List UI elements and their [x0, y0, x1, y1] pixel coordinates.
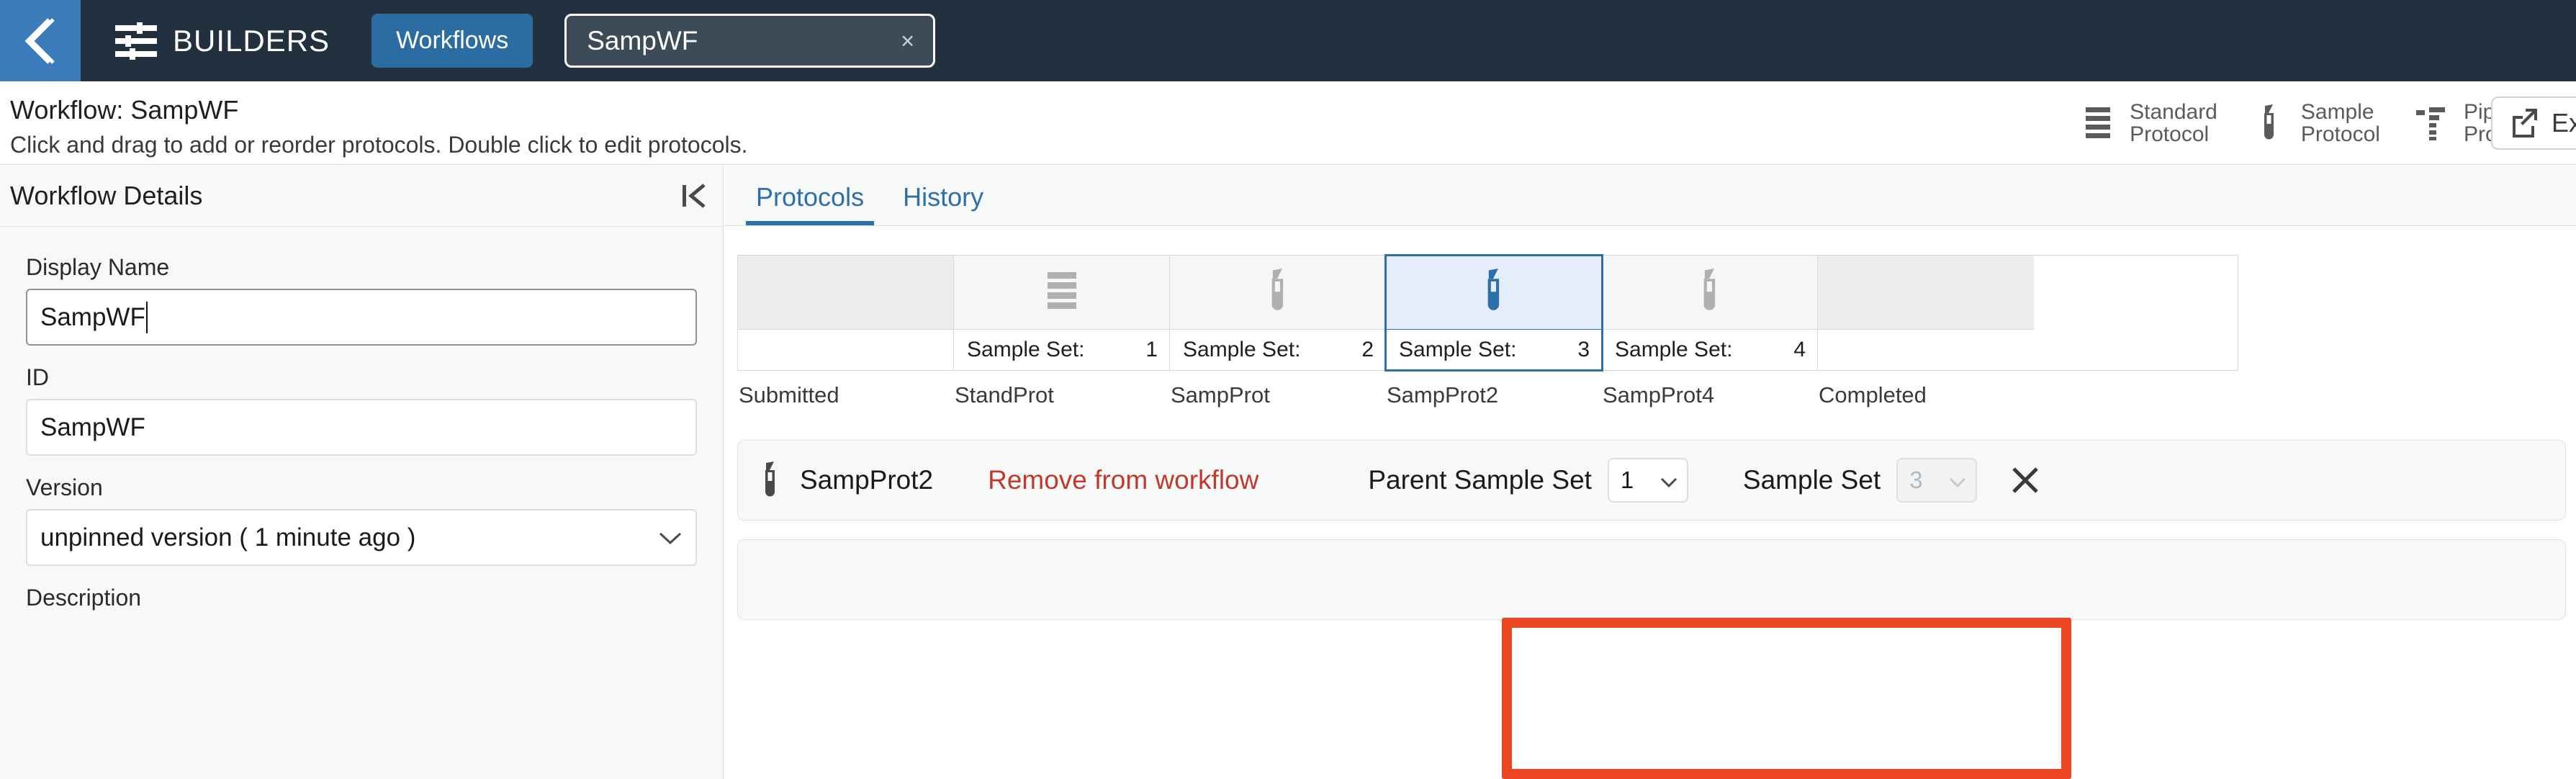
- collapse-panel-icon[interactable]: [683, 182, 707, 210]
- flow-column-completed[interactable]: [1818, 256, 2034, 370]
- standard-protocol-icon: [1047, 271, 1076, 313]
- pipeline-protocol-icon: [2413, 106, 2451, 140]
- tab-history[interactable]: History: [893, 182, 994, 225]
- main-tabs: Protocols History: [724, 166, 2576, 226]
- sample-set-label: Sample Set:: [1399, 338, 1517, 361]
- flow-column-sampprot4[interactable]: Sample Set: 4: [1602, 256, 1818, 370]
- sample-set-value: 4: [1793, 338, 1806, 361]
- flow-column-submitted[interactable]: [738, 256, 954, 370]
- page-title: Workflow: SampWF: [10, 95, 239, 125]
- flow-label-completed: Completed: [1819, 382, 1927, 407]
- id-label: ID: [26, 364, 49, 390]
- parent-sample-set-value: 1: [1620, 467, 1634, 493]
- sample-set-label: Sample Set:: [1615, 338, 1733, 361]
- chevron-down-icon: [658, 523, 683, 552]
- sample-set-label: Sample Set:: [967, 338, 1085, 361]
- id-input[interactable]: SampWF: [26, 399, 697, 456]
- nav-tab-workflows[interactable]: Workflows: [371, 14, 533, 68]
- flow-label-standprot: StandProt: [955, 382, 1054, 407]
- flow-cell-icon: [1818, 256, 2034, 330]
- export-button[interactable]: Exp: [2490, 96, 2576, 150]
- protocol-settings-rows: SampProt2 Remove from workflow Parent Sa…: [724, 440, 2576, 620]
- chevron-down-icon: [1948, 467, 1967, 494]
- sample-set-select: 3: [1896, 458, 1978, 503]
- top-navigation-bar: BUILDERS Workflows SampWF ×: [0, 0, 2576, 81]
- sample-set-value: 1: [1145, 338, 1158, 361]
- flow-cell-sampleset: Sample Set: 3: [1386, 330, 1601, 370]
- flow-cell-icon: [1170, 256, 1385, 330]
- flow-cell-icon: [738, 256, 953, 330]
- app-name-label: BUILDERS: [173, 23, 330, 58]
- sample-set-value: 3: [1577, 338, 1590, 361]
- back-button[interactable]: [0, 0, 81, 81]
- flow-cell-sampleset: [1818, 330, 2034, 370]
- flow-label-sampprot: SampProt: [1171, 382, 1270, 407]
- flow-label-sampprot4: SampProt4: [1603, 382, 1715, 407]
- version-value: unpinned version ( 1 minute ago ): [40, 523, 416, 551]
- chevron-down-icon: [1659, 467, 1678, 494]
- sidebar-title: Workflow Details: [10, 181, 203, 210]
- sample-protocol-icon: [1697, 268, 1723, 317]
- display-name-input[interactable]: SampWF: [26, 289, 697, 346]
- flow-cell-icon: [1602, 256, 1817, 330]
- add-standard-protocol-button[interactable]: Standard Protocol: [2079, 99, 2217, 146]
- text-caret: [145, 301, 148, 333]
- page-header: Workflow: SampWF Click and drag to add o…: [0, 81, 2576, 165]
- sidebar-header: Workflow Details: [0, 166, 723, 227]
- sample-protocol-icon: [1481, 268, 1507, 317]
- sample-protocol-icon: [1265, 268, 1291, 317]
- protocol-row-secondary: [737, 539, 2566, 620]
- remove-from-workflow-link[interactable]: Remove from workflow: [988, 465, 1258, 495]
- chevron-left-icon: [20, 15, 60, 67]
- protocol-row-name: SampProt2: [800, 465, 934, 495]
- flow-cell-sampleset: Sample Set: 4: [1602, 330, 1817, 370]
- flow-cell-icon: [1386, 256, 1601, 330]
- add-sample-protocol-button[interactable]: Sample Protocol: [2251, 99, 2380, 146]
- builders-brand[interactable]: BUILDERS: [115, 22, 330, 60]
- close-icon[interactable]: ×: [901, 29, 914, 53]
- sample-protocol-icon: [2251, 104, 2288, 142]
- sample-protocol-icon: [760, 461, 781, 500]
- flow-cell-sampleset: Sample Set: 1: [954, 330, 1169, 370]
- flow-column-standprot[interactable]: Sample Set: 1: [954, 256, 1170, 370]
- sample-set-label: Sample Set: [1742, 465, 1881, 495]
- description-label: Description: [26, 585, 142, 611]
- open-workflow-chip-label: SampWF: [587, 25, 698, 55]
- open-workflow-chip[interactable]: SampWF ×: [564, 14, 936, 68]
- parent-sample-set-label: Parent Sample Set: [1368, 465, 1592, 495]
- standard-protocol-label: Standard Protocol: [2130, 99, 2217, 146]
- flow-column-sampprot[interactable]: Sample Set: 2: [1170, 256, 1386, 370]
- flow-column-sampprot2[interactable]: Sample Set: 3: [1384, 254, 1603, 372]
- display-name-value: SampWF: [40, 302, 145, 331]
- standard-protocol-icon: [2079, 107, 2117, 139]
- main-panel: Protocols History Sample Set: 1 Sample S…: [724, 166, 2576, 779]
- close-icon[interactable]: [2010, 465, 2040, 495]
- flow-cell-icon: [954, 256, 1169, 330]
- parent-sample-set-select[interactable]: 1: [1607, 458, 1688, 503]
- workflow-details-sidebar: Workflow Details Display Name SampWF ID …: [0, 166, 724, 779]
- flow-label-sampprot2: SampProt2: [1387, 382, 1499, 407]
- flow-cell-sampleset: [738, 330, 953, 370]
- export-label: Exp: [2551, 108, 2576, 138]
- sidebar-form: Display Name SampWF ID SampWF Version un…: [0, 227, 723, 611]
- sample-set-label: Sample Set:: [1183, 338, 1301, 361]
- flow-column-labels: Submitted StandProt SampProt SampProt2 S…: [737, 382, 2238, 408]
- header-actions: Standard Protocol Sample Protocol Ex: [2079, 81, 2576, 165]
- sliders-icon: [115, 22, 157, 60]
- workflow-flow-container: Sample Set: 1 Sample Set: 2 Sample Set: …: [724, 226, 2576, 408]
- page-subtitle: Click and drag to add or reorder protoco…: [10, 132, 748, 158]
- workflow-flow-grid: Sample Set: 1 Sample Set: 2 Sample Set: …: [737, 254, 2238, 372]
- display-name-label: Display Name: [26, 254, 170, 280]
- id-value: SampWF: [40, 413, 145, 441]
- protocol-row-sampprot2: SampProt2 Remove from workflow Parent Sa…: [737, 440, 2566, 521]
- sample-set-value: 3: [1909, 467, 1923, 493]
- tab-protocols[interactable]: Protocols: [746, 182, 875, 225]
- version-label: Version: [26, 474, 103, 500]
- flow-cell-sampleset: Sample Set: 2: [1170, 330, 1385, 370]
- version-select[interactable]: unpinned version ( 1 minute ago ): [26, 509, 697, 566]
- sample-set-value: 2: [1361, 338, 1374, 361]
- external-link-icon: [2508, 106, 2540, 141]
- sample-protocol-label: Sample Protocol: [2300, 99, 2380, 146]
- flow-label-submitted: Submitted: [739, 382, 839, 407]
